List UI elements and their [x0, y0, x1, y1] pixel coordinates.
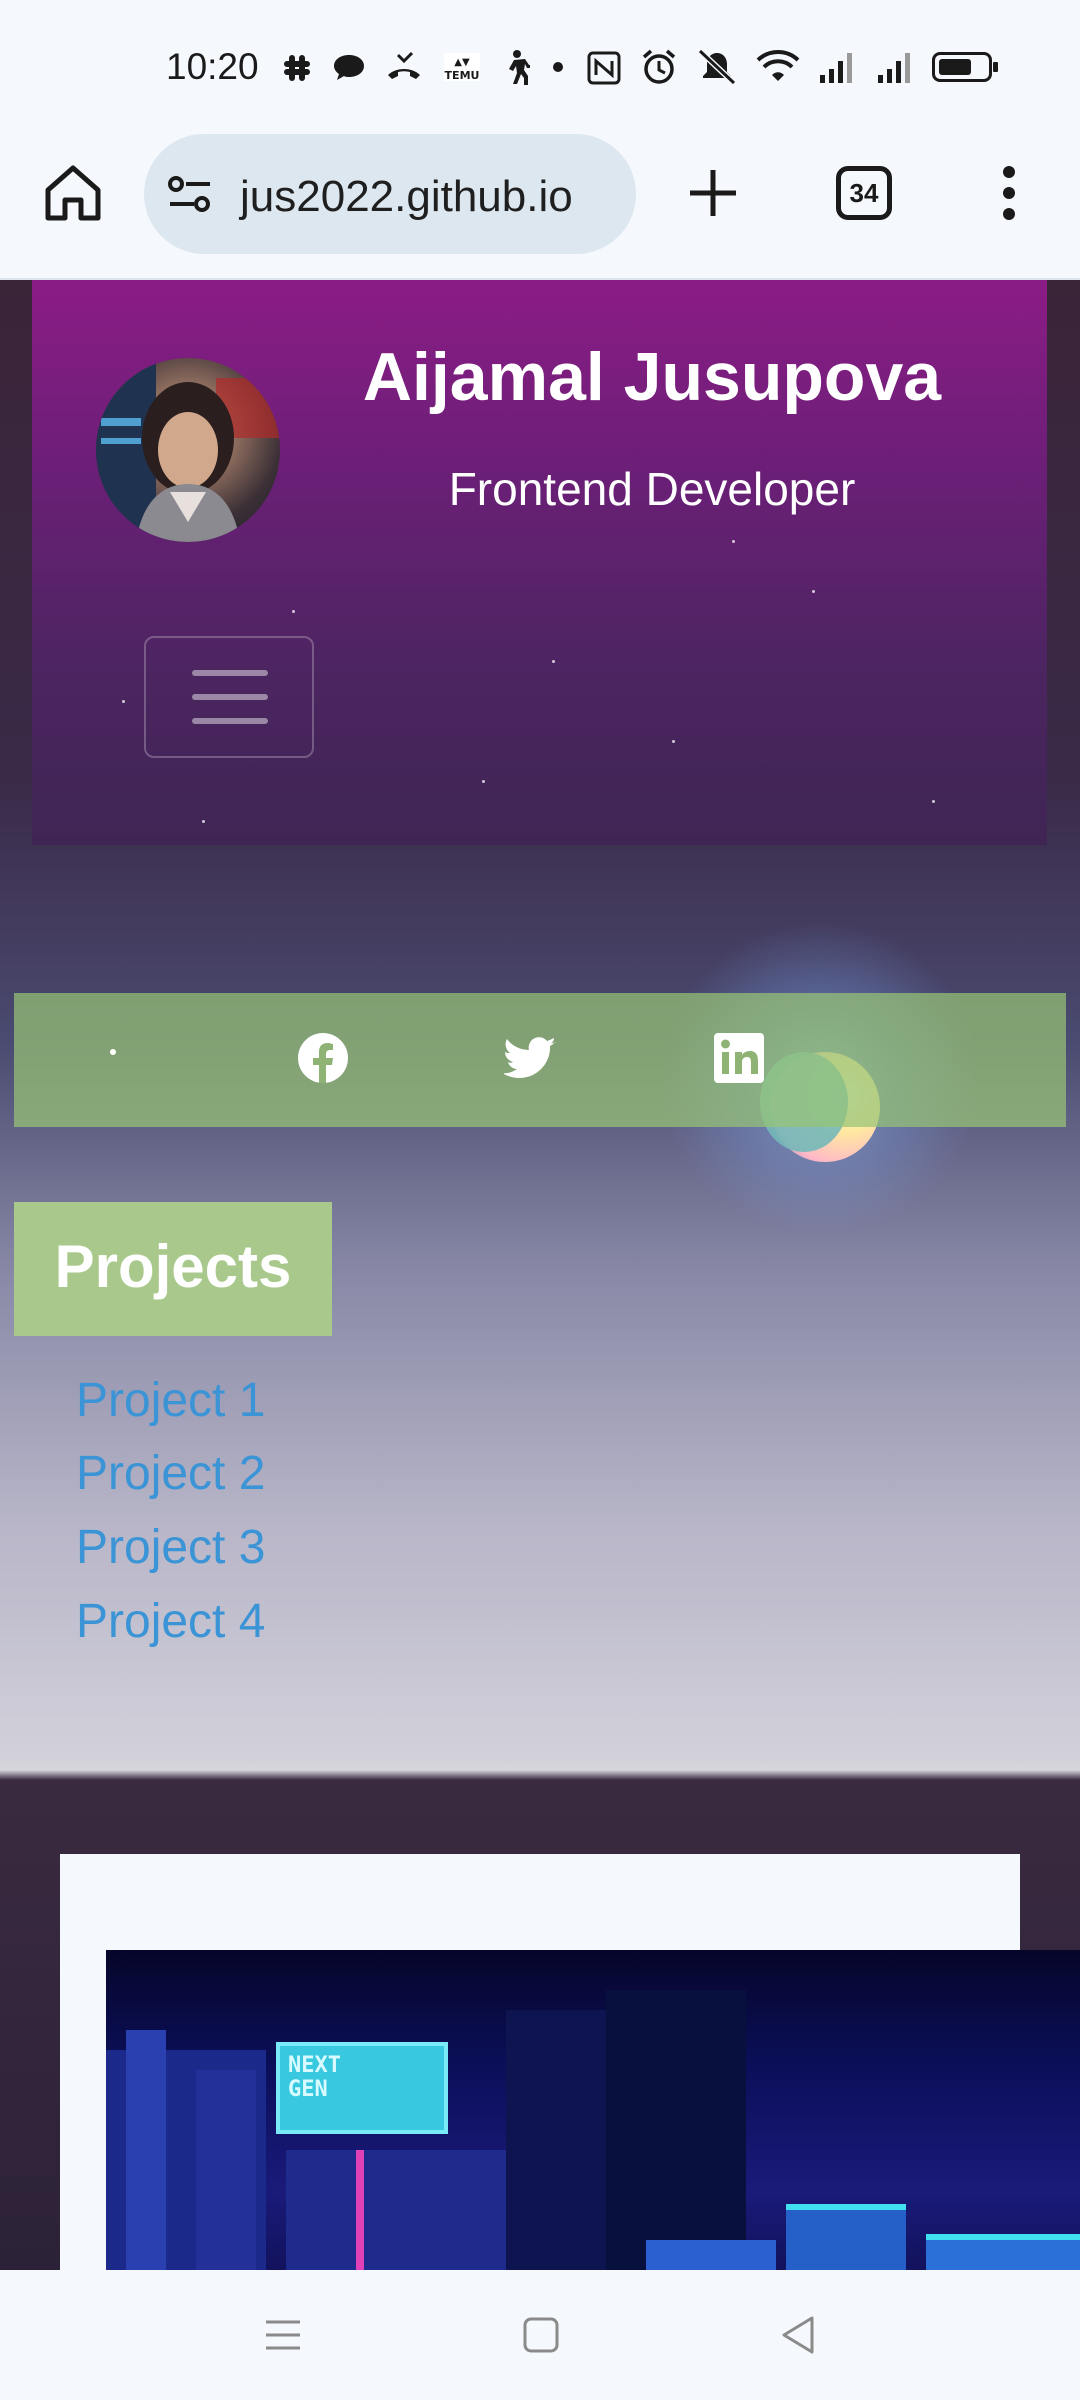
more-options-icon[interactable] [984, 160, 1034, 226]
neon-sign: NEXT GEN [276, 2042, 448, 2134]
status-icons: ▲▼ TEMU [280, 44, 916, 90]
profile-name: Aijamal Jusupova [362, 339, 942, 415]
web-page: Aijamal Jusupova Frontend Developer Proj… [0, 280, 1080, 2270]
browser-toolbar: jus2022.github.io 34 [0, 130, 1080, 280]
home-nav-icon[interactable] [516, 2310, 566, 2360]
missed-call-icon [388, 51, 420, 79]
facebook-icon[interactable] [296, 1031, 350, 1085]
linkedin-icon[interactable] [712, 1031, 766, 1085]
social-links-bar [14, 993, 1066, 1127]
signal-icon [878, 53, 910, 83]
dot-icon [110, 1049, 116, 1055]
walking-icon [509, 50, 530, 85]
project-link-4[interactable]: Project 4 [76, 1594, 265, 1649]
svg-text:TEMU: TEMU [445, 69, 480, 82]
nav-menu-toggle[interactable] [144, 636, 314, 758]
recent-apps-icon[interactable] [258, 2310, 308, 2360]
nfc-icon [587, 51, 621, 85]
site-settings-icon[interactable] [166, 174, 214, 214]
mute-icon [697, 48, 737, 86]
svg-text:▲▼: ▲▼ [454, 57, 470, 68]
temu-icon: ▲▼TEMU [444, 53, 480, 82]
status-time: 10:20 [166, 46, 259, 87]
projects-title: Projects [54, 1233, 292, 1300]
neon-sign-text: NEXT GEN [288, 2053, 341, 2102]
project-link-2[interactable]: Project 2 [76, 1446, 265, 1501]
project-link-1[interactable]: Project 1 [76, 1373, 265, 1428]
twitter-icon[interactable] [504, 1031, 558, 1085]
avatar [96, 358, 280, 542]
back-icon[interactable] [774, 2310, 824, 2360]
address-bar[interactable]: jus2022.github.io [144, 134, 636, 254]
signal-icon [820, 53, 852, 83]
new-tab-icon[interactable] [680, 160, 746, 226]
tab-switcher-button[interactable]: 34 [836, 166, 892, 220]
battery-icon [932, 52, 998, 82]
project-link-3[interactable]: Project 3 [76, 1520, 265, 1575]
slack-icon [284, 55, 310, 81]
url-text[interactable]: jus2022.github.io [240, 172, 573, 222]
project-preview-image[interactable]: NEXT GEN [106, 1950, 1080, 2270]
alarm-icon [642, 49, 676, 84]
profile-role: Frontend Developer [448, 463, 856, 515]
status-bar: 10:20 ▲▼ TEMU [0, 0, 1080, 130]
profile-header: Aijamal Jusupova Frontend Developer [32, 280, 1047, 845]
wifi-icon [756, 50, 800, 81]
chat-bubble-icon [334, 55, 364, 80]
avatar-portrait [96, 358, 280, 542]
home-icon[interactable] [40, 160, 106, 226]
dot-icon [553, 62, 563, 72]
projects-heading-box: Projects [14, 1202, 332, 1336]
system-nav-bar [0, 2270, 1080, 2400]
